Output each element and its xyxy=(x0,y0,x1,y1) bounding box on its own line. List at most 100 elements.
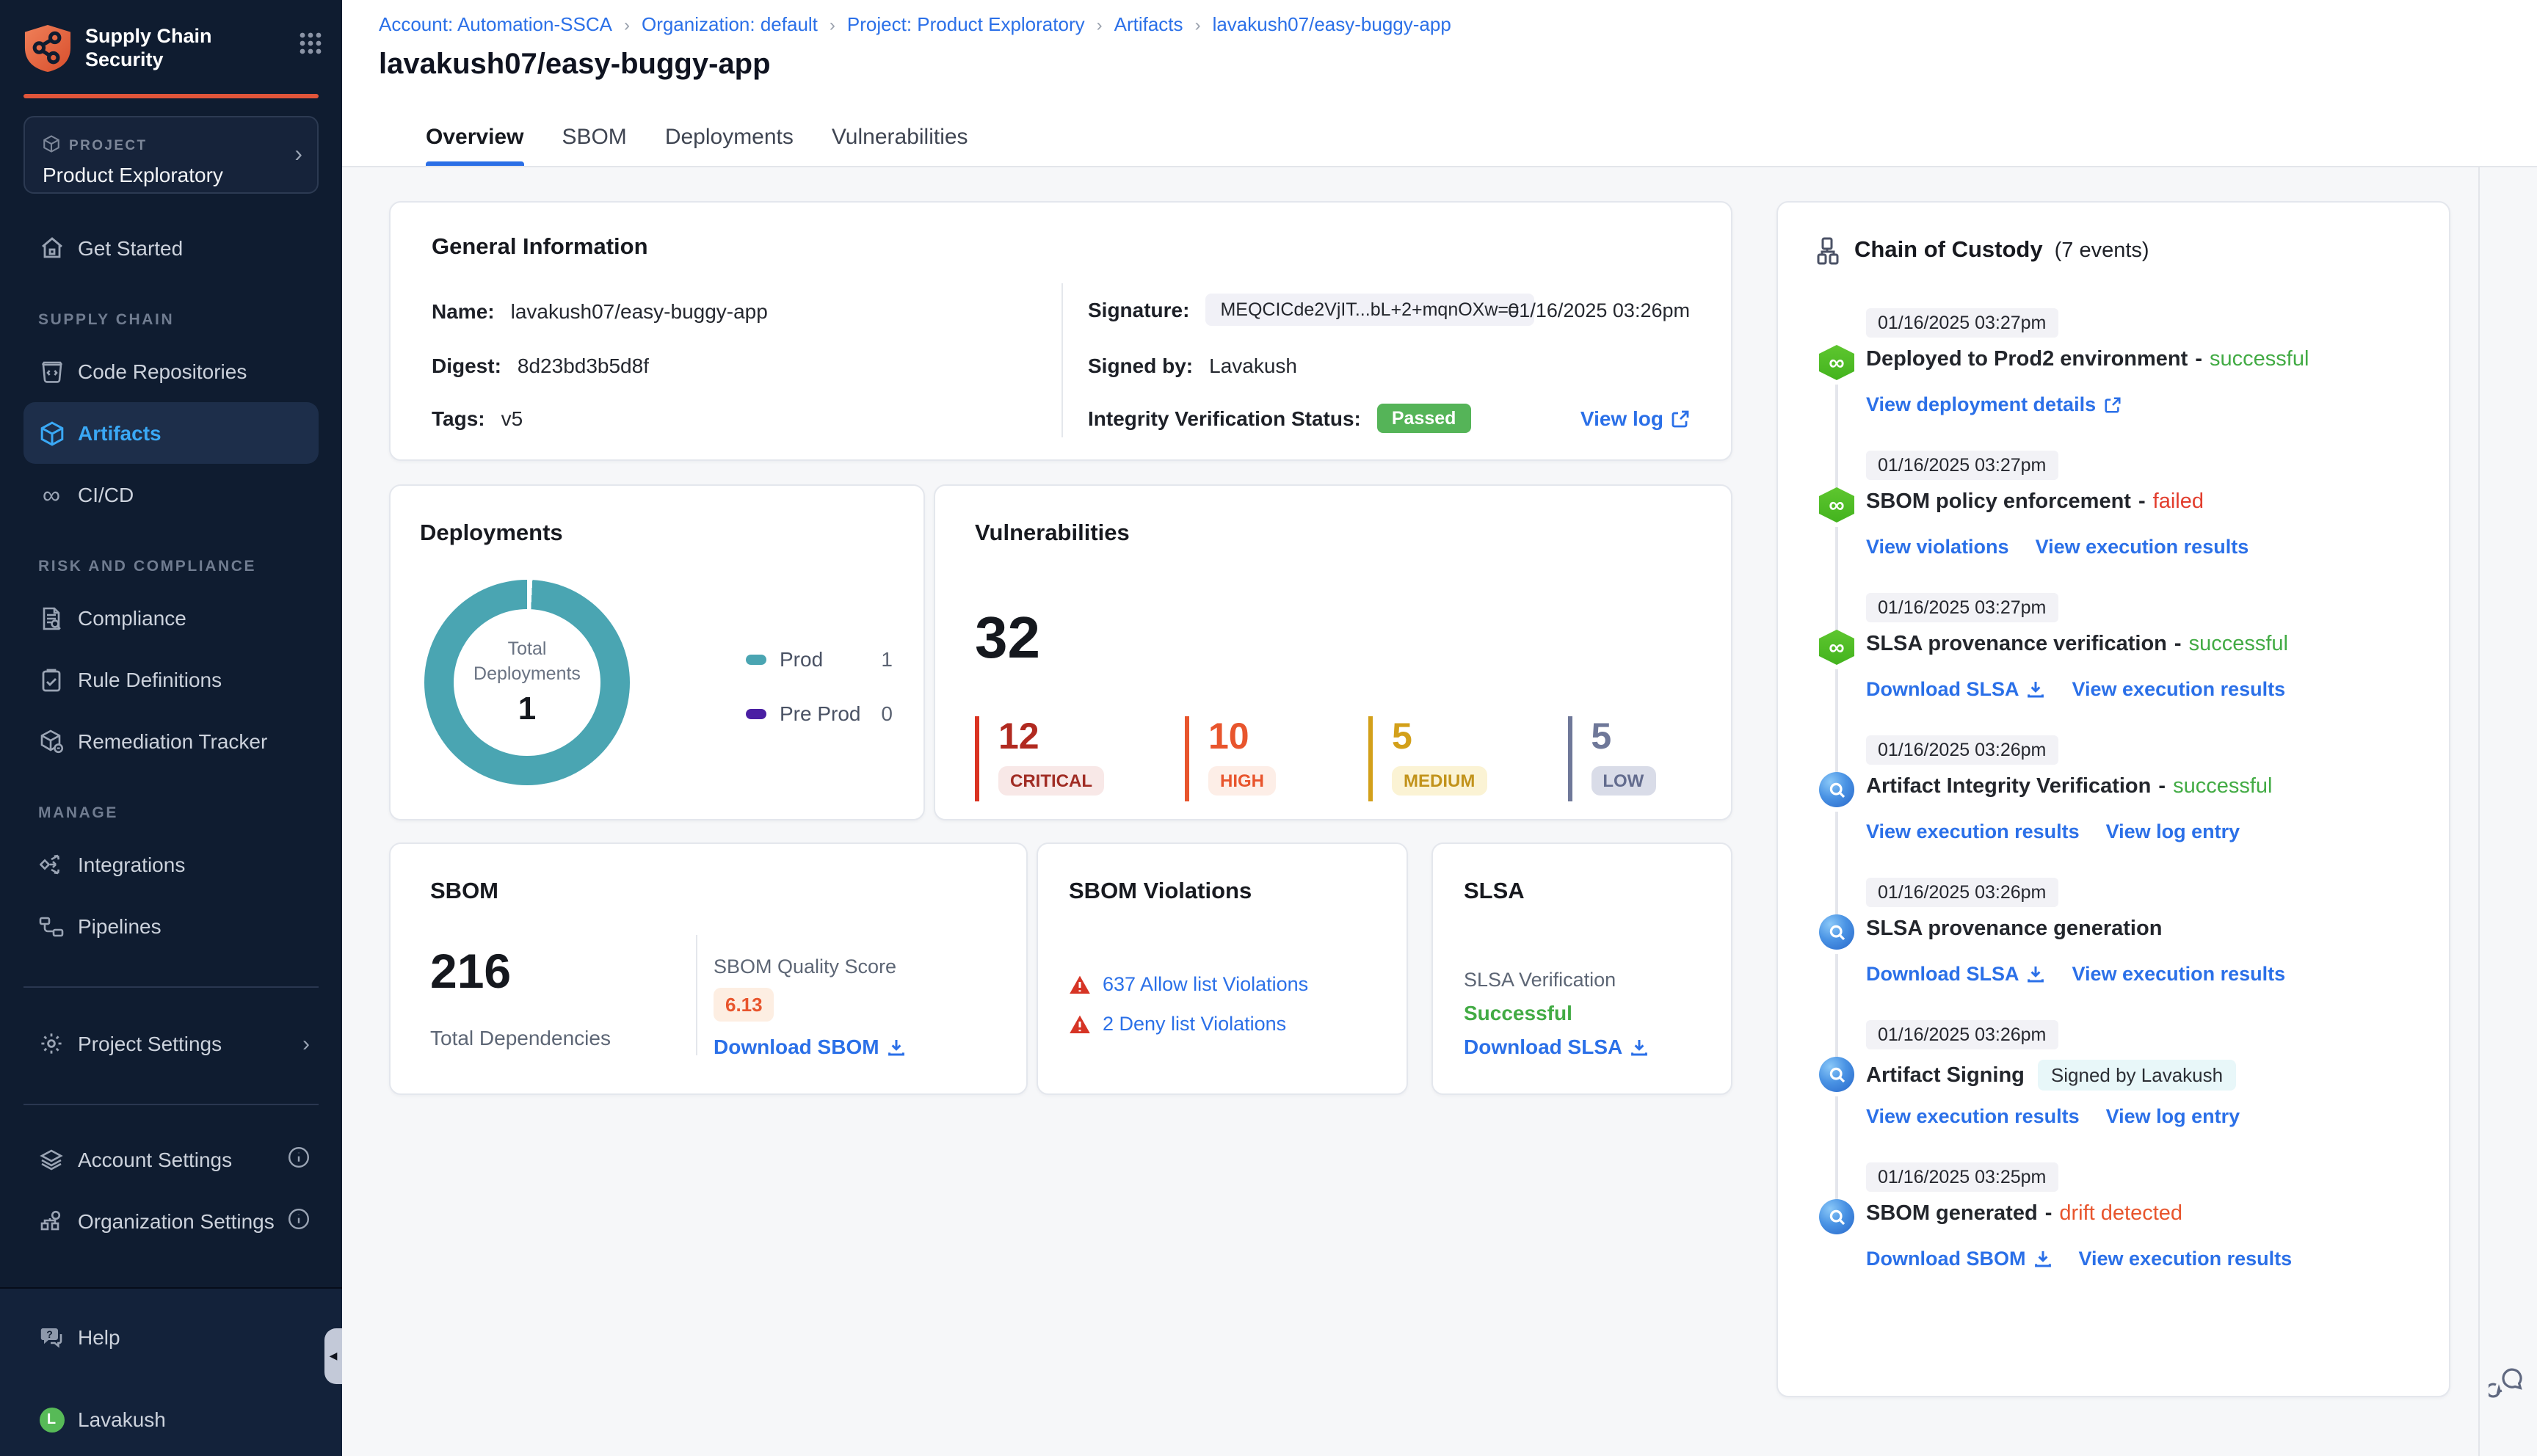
sidebar-item-pipelines[interactable]: Pipelines xyxy=(0,895,342,957)
event-title: SLSA provenance generation xyxy=(1866,917,2162,941)
project-label: PROJECT xyxy=(69,138,148,154)
sidebar-item-organization-settings[interactable]: Organization Settings xyxy=(0,1190,342,1252)
event-links: View execution results View log entry xyxy=(1866,820,2240,842)
sidebar-section-label: SUPPLY CHAIN xyxy=(38,311,175,329)
total-dependencies-value: 216 xyxy=(430,944,512,998)
severity-count: 10 xyxy=(1208,716,1249,757)
breadcrumb-link[interactable]: Project: Product Exploratory xyxy=(847,13,1085,35)
view-execution-results-link[interactable]: View execution results xyxy=(2072,963,2286,985)
feedback-chat-icon[interactable] xyxy=(2486,1364,2527,1402)
sidebar-item-remediation-tracker[interactable]: Remediation Tracker xyxy=(0,710,342,772)
info-icon[interactable] xyxy=(288,1146,310,1173)
view-violations-link[interactable]: View violations xyxy=(1866,536,2009,558)
view-execution-results-link[interactable]: View execution results xyxy=(2036,536,2249,558)
app-root: Supply Chain Security PROJECT Product Ex… xyxy=(0,0,2537,1456)
digest-label: Digest: xyxy=(432,354,501,377)
breadcrumb-link[interactable]: Account: Automation-SSCA xyxy=(379,13,612,35)
download-slsa-link[interactable]: Download SLSA xyxy=(1866,678,2046,700)
tab-vulnerabilities[interactable]: Vulnerabilities xyxy=(832,107,968,166)
total-deployments-value: 1 xyxy=(518,690,537,727)
dash: - xyxy=(2044,1202,2053,1226)
sidebar-item-artifacts[interactable]: Artifacts xyxy=(23,402,319,464)
view-log-entry-link[interactable]: View log entry xyxy=(2106,1105,2240,1127)
project-name: Product Exploratory xyxy=(43,163,223,186)
help-chat-icon: ? xyxy=(38,1324,65,1350)
timeline-event: 01/16/2025 03:26pm SLSA provenance genera… xyxy=(1819,878,2428,1063)
scan-icon xyxy=(1829,1066,1845,1082)
page-header: Account: Automation-SSCA › Organization: d… xyxy=(342,0,2537,107)
sidebar-item-integrations[interactable]: Integrations xyxy=(0,834,342,895)
legend-swatch xyxy=(746,708,766,718)
content: General Information Name: lavakush07/easy… xyxy=(342,167,2537,1456)
view-log-link[interactable]: View log xyxy=(1580,407,1690,430)
content-right-divider xyxy=(2478,167,2480,1456)
breadcrumb-link[interactable]: Artifacts xyxy=(1114,13,1183,35)
breadcrumb-link[interactable]: Organization: default xyxy=(642,13,818,35)
violation-link[interactable]: 637 Allow list Violations xyxy=(1103,973,1308,995)
view-execution-results-link[interactable]: View execution results xyxy=(2072,678,2286,700)
card-title: General Information xyxy=(432,235,648,260)
event-title: SBOM policy enforcement - failed xyxy=(1866,490,2204,514)
severity-badge: MEDIUM xyxy=(1392,766,1487,796)
event-timestamp: 01/16/2025 03:27pm xyxy=(1866,308,2058,338)
timeline-event: 01/16/2025 03:27pm ∞ SLSA provenance verif… xyxy=(1819,593,2428,778)
signed-by-badge: Signed by Lavakush xyxy=(2037,1060,2237,1091)
vulnerabilities-total: 32 xyxy=(975,606,1040,671)
event-name: Deployed to Prod2 environment xyxy=(1866,348,2188,371)
legend-label: Pre Prod xyxy=(780,702,861,725)
sidebar-item-cicd[interactable]: ∞ CI/CD xyxy=(0,464,342,525)
download-icon xyxy=(2028,967,2044,983)
download-icon xyxy=(2034,1251,2051,1267)
download-sbom-link[interactable]: Download SBOM xyxy=(714,1035,906,1058)
violation-link[interactable]: 2 Deny list Violations xyxy=(1103,1013,1286,1035)
hierarchy-icon xyxy=(1817,237,1839,265)
view-execution-results-link[interactable]: View execution results xyxy=(2079,1248,2293,1270)
code-repositories-icon xyxy=(38,358,65,385)
event-name: SBOM generated xyxy=(1866,1202,2038,1226)
view-execution-results-link[interactable]: View execution results xyxy=(1866,820,2080,842)
chain-of-custody-timeline: 01/16/2025 03:27pm ∞ Deployed to Prod2 env… xyxy=(1819,308,2428,1305)
breadcrumb-link[interactable]: lavakush07/easy-buggy-app xyxy=(1213,13,1451,35)
tags-label: Tags: xyxy=(432,407,485,430)
severity-count: 5 xyxy=(1591,716,1612,757)
legend-item: Prod 1 xyxy=(746,647,893,671)
layers-gear-icon xyxy=(38,1146,65,1173)
info-icon[interactable] xyxy=(288,1207,310,1235)
sidebar-item-code-repositories[interactable]: Code Repositories xyxy=(0,341,342,402)
sidebar-item-rule-definitions[interactable]: Rule Definitions xyxy=(0,649,342,710)
event-title: Artifact Signing Signed by Lavakush xyxy=(1866,1060,2237,1091)
sidebar-divider xyxy=(23,986,319,988)
event-status: successful xyxy=(2210,348,2309,371)
sidebar-collapse-handle[interactable]: ◀ xyxy=(324,1328,342,1384)
sidebar-item-compliance[interactable]: Compliance xyxy=(0,587,342,649)
user-menu[interactable]: L Lavakush xyxy=(0,1388,342,1450)
sidebar-item-help[interactable]: ? Help xyxy=(0,1306,342,1368)
event-timestamp: 01/16/2025 03:27pm xyxy=(1866,593,2058,622)
event-status: drift detected xyxy=(2059,1202,2183,1226)
breadcrumb: Account: Automation-SSCA › Organization: d… xyxy=(379,13,2537,35)
chevron-right-icon: › xyxy=(302,1031,310,1056)
event-links: View deployment details xyxy=(1866,393,2121,415)
download-slsa-link[interactable]: Download SLSA xyxy=(1866,963,2046,985)
sidebar-item-project-settings[interactable]: Project Settings › xyxy=(0,1013,342,1074)
sidebar-item-account-settings[interactable]: Account Settings xyxy=(0,1129,342,1190)
tab-overview[interactable]: Overview xyxy=(426,107,523,166)
view-deployment-details-link[interactable]: View deployment details xyxy=(1866,393,2121,415)
event-title: SLSA provenance verification - successful xyxy=(1866,633,2288,656)
tab-deployments[interactable]: Deployments xyxy=(665,107,794,166)
view-execution-results-link[interactable]: View execution results xyxy=(1866,1105,2080,1127)
download-slsa-link[interactable]: Download SLSA xyxy=(1464,1035,1649,1058)
sidebar-item-get-started[interactable]: Get Started xyxy=(0,217,342,279)
donut-center-label: Total Deployments xyxy=(473,638,581,684)
artifacts-icon xyxy=(38,420,65,446)
signature-timestamp: 01/16/2025 03:26pm xyxy=(1508,299,1690,321)
user-name: Lavakush xyxy=(78,1408,166,1431)
tab-sbom[interactable]: SBOM xyxy=(562,107,626,166)
severity-badge: CRITICAL xyxy=(998,766,1104,796)
project-selector[interactable]: PROJECT Product Exploratory › xyxy=(23,116,319,194)
download-sbom-link[interactable]: Download SBOM xyxy=(1866,1248,2053,1270)
view-log-entry-link[interactable]: View log entry xyxy=(2106,820,2240,842)
module-grid-icon[interactable] xyxy=(300,32,322,62)
dash: - xyxy=(2195,348,2202,371)
pipeline-event-icon: ∞ xyxy=(1819,630,1854,665)
